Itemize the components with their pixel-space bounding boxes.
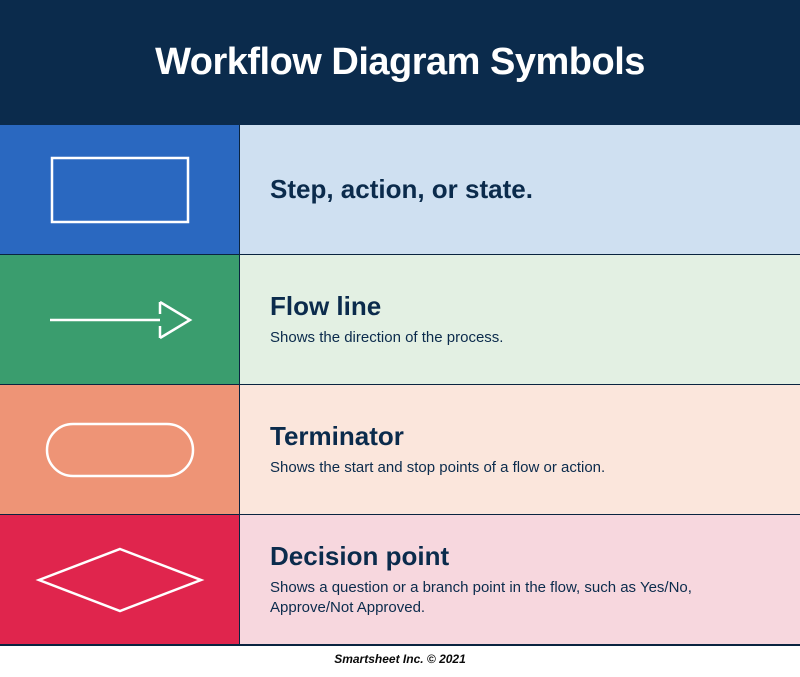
row-decision: Decision point Shows a question or a bra…: [0, 515, 800, 645]
row-flow: Flow line Shows the direction of the pro…: [0, 255, 800, 385]
row-title: Step, action, or state.: [270, 174, 770, 205]
diagram-container: Workflow Diagram Symbols Step, action, o…: [0, 0, 800, 677]
row-title: Terminator: [270, 421, 770, 452]
row-subtitle: Shows a question or a branch point in th…: [270, 578, 770, 619]
desc-cell-step: Step, action, or state.: [240, 125, 800, 254]
symbol-cell-terminator: [0, 385, 240, 514]
desc-cell-flow: Flow line Shows the direction of the pro…: [240, 255, 800, 384]
rectangle-icon: [50, 156, 190, 224]
page-title: Workflow Diagram Symbols: [155, 41, 645, 84]
desc-cell-decision: Decision point Shows a question or a bra…: [240, 515, 800, 644]
symbol-cell-flow: [0, 255, 240, 384]
header: Workflow Diagram Symbols: [0, 0, 800, 125]
footer-text: Smartsheet Inc. © 2021: [0, 645, 800, 666]
row-step: Step, action, or state.: [0, 125, 800, 255]
symbol-cell-decision: [0, 515, 240, 644]
desc-cell-terminator: Terminator Shows the start and stop poin…: [240, 385, 800, 514]
row-subtitle: Shows the direction of the process.: [270, 328, 770, 348]
row-title: Flow line: [270, 291, 770, 322]
diamond-icon: [35, 545, 205, 615]
row-terminator: Terminator Shows the start and stop poin…: [0, 385, 800, 515]
row-subtitle: Shows the start and stop points of a flo…: [270, 458, 770, 478]
rounded-rect-icon: [45, 422, 195, 478]
row-title: Decision point: [270, 541, 770, 572]
symbol-cell-step: [0, 125, 240, 254]
arrow-icon: [40, 290, 200, 350]
